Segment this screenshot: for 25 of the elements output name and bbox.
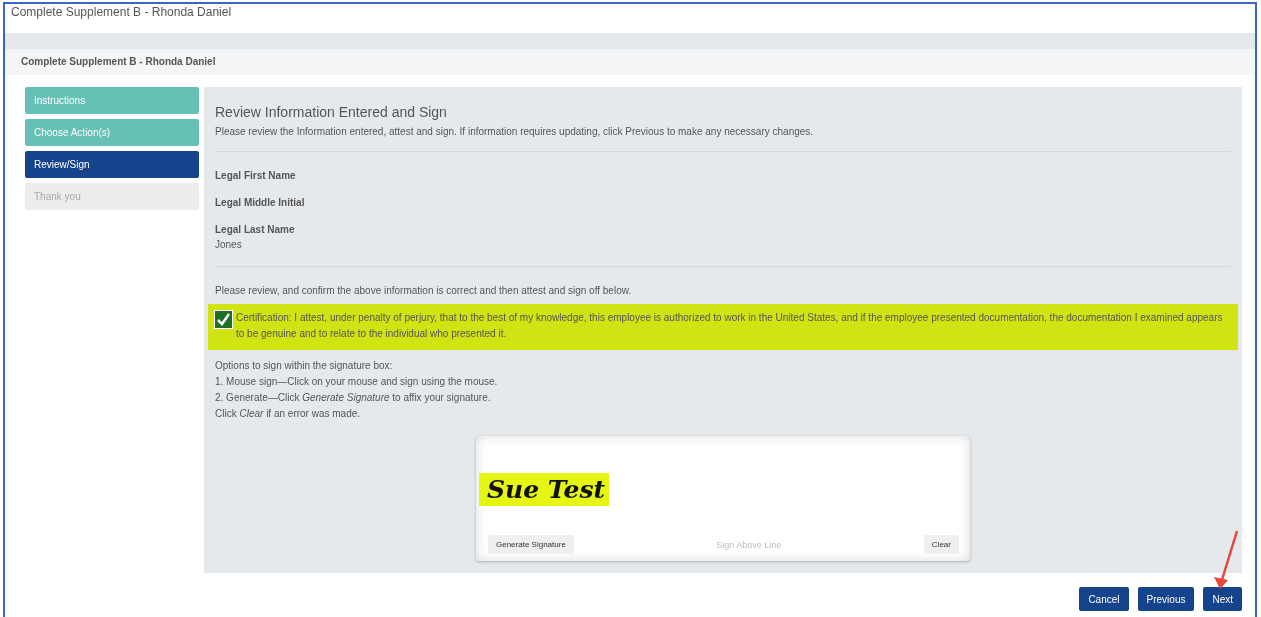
confirm-text: Please review, and confirm the above information is correct and then attest and sign off below.	[215, 285, 633, 296]
section-heading: Review Information Entered and Sign	[215, 104, 448, 120]
window-title: Complete Supplement B - Rhonda Daniel	[10, 4, 233, 21]
checkbox[interactable]	[214, 310, 233, 329]
field-label: Legal Middle Initial	[215, 197, 306, 208]
clear-button[interactable]: Clear	[923, 535, 959, 554]
intro-text: Please review the Information entered, attest and sign. If information requires updating, click Previous to make any necessary changes.	[215, 126, 815, 137]
step-tab[interactable]: Review/Sign	[25, 151, 199, 178]
nav-button[interactable]: Cancel	[1079, 587, 1129, 611]
annotation-arrow	[1211, 529, 1241, 591]
instruction-line: 2. Generate—Click Generate Signature to affix your signature.	[215, 391, 492, 405]
instruction-line: Options to sign within the signature box:	[215, 359, 394, 373]
signature-text: Sue Test	[479, 473, 609, 506]
field-value: Jones	[215, 239, 243, 250]
field-label: Legal First Name	[215, 170, 297, 181]
nav-button[interactable]: Next	[1203, 587, 1242, 611]
generate-signature-button[interactable]: Generate Signature	[488, 535, 574, 554]
sign-line-label: Sign Above Line	[716, 539, 782, 550]
field-label: Legal Last Name	[215, 224, 296, 235]
page-header: Complete Supplement B - Rhonda Daniel	[5, 49, 1255, 75]
instruction-line: Click Clear if an error was made.	[215, 407, 362, 421]
signature-box[interactable]: Sue Test Generate Signature Sign Above Line Clear	[476, 436, 970, 561]
certification-text: Certification: I attest, under penalty of perjury, that to the best of my knowledge, this employee is authorized to work in the United States, and if the employee presented documentation, the documentation I examined appears to be genuine and to relate to the individual who presented it.	[236, 311, 1224, 341]
instruction-line: 1. Mouse sign—Click on your mouse and sign using the mouse.	[215, 375, 499, 389]
nav-button[interactable]: Previous	[1137, 587, 1195, 611]
